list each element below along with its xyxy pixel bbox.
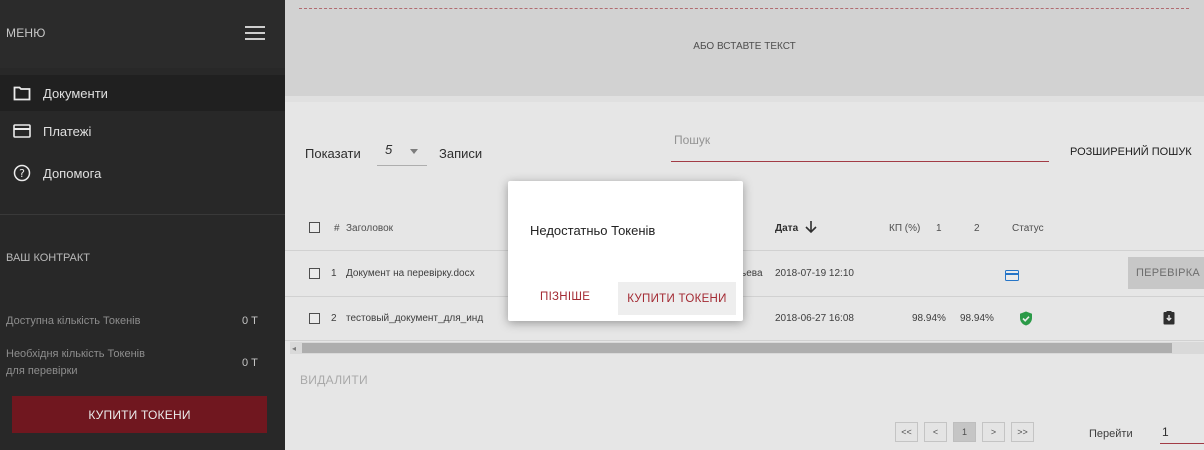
insufficient-tokens-dialog: Недостатньо Токенів ПІЗНІШЕ КУПИТИ ТОКЕН… (508, 181, 743, 321)
dialog-buy-tokens-button[interactable]: КУПИТИ ТОКЕНИ (618, 282, 736, 315)
later-button[interactable]: ПІЗНІШЕ (534, 282, 596, 312)
dialog-message: Недостатньо Токенів (530, 223, 656, 238)
